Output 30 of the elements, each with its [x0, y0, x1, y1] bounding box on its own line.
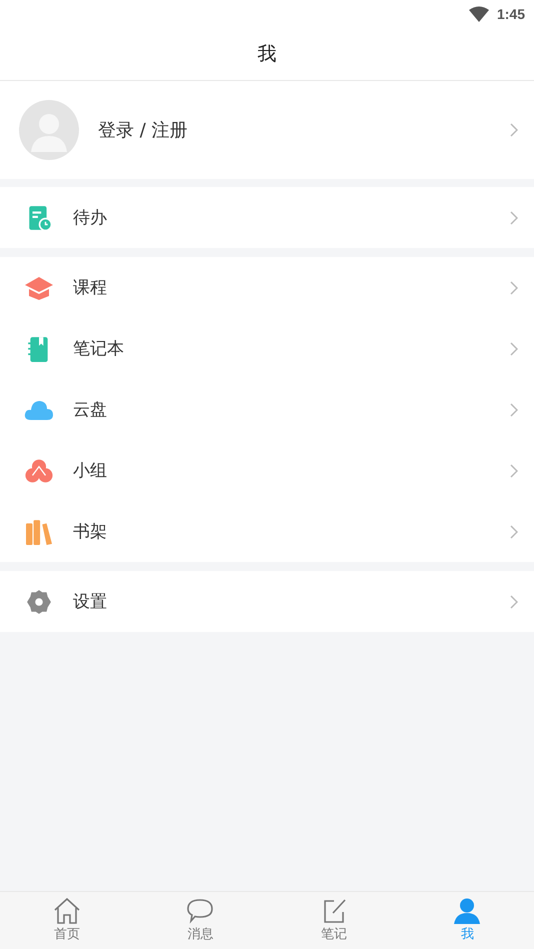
menu-item[interactable]: 课程: [0, 257, 534, 318]
speech-bubble-icon: [186, 898, 214, 924]
profile-row[interactable]: 登录 / 注册: [0, 81, 534, 179]
menu-item[interactable]: 云盘: [0, 379, 534, 440]
chevron-icon: [510, 210, 518, 224]
tab-item[interactable]: 笔记: [267, 892, 400, 949]
menu-item[interactable]: 书架: [0, 501, 534, 562]
chevron-icon: [510, 464, 518, 478]
chevron-icon: [510, 123, 518, 137]
chevron-icon: [510, 402, 518, 416]
books-icon: [24, 518, 54, 544]
person-icon: [453, 898, 482, 924]
menu-item[interactable]: 设置: [0, 571, 534, 632]
status-time: 1:45: [496, 6, 525, 22]
graduation-cap-icon: [24, 274, 54, 300]
menu-item[interactable]: 小组: [0, 440, 534, 501]
tab-item[interactable]: 首页: [0, 892, 134, 949]
chevron-icon: [510, 594, 518, 608]
chevron-icon: [510, 524, 518, 538]
chevron-icon: [510, 280, 518, 294]
wifi-icon: [468, 6, 489, 22]
avatar-icon: [19, 100, 79, 160]
circles-icon: [24, 458, 54, 484]
tab-item[interactable]: 消息: [134, 892, 267, 949]
home-icon: [52, 898, 81, 924]
menu-item[interactable]: 待办: [0, 187, 534, 248]
settings-icon: [24, 588, 54, 614]
menu-item[interactable]: 笔记本: [0, 318, 534, 379]
chevron-icon: [510, 342, 518, 356]
page-title: 我: [258, 42, 276, 67]
